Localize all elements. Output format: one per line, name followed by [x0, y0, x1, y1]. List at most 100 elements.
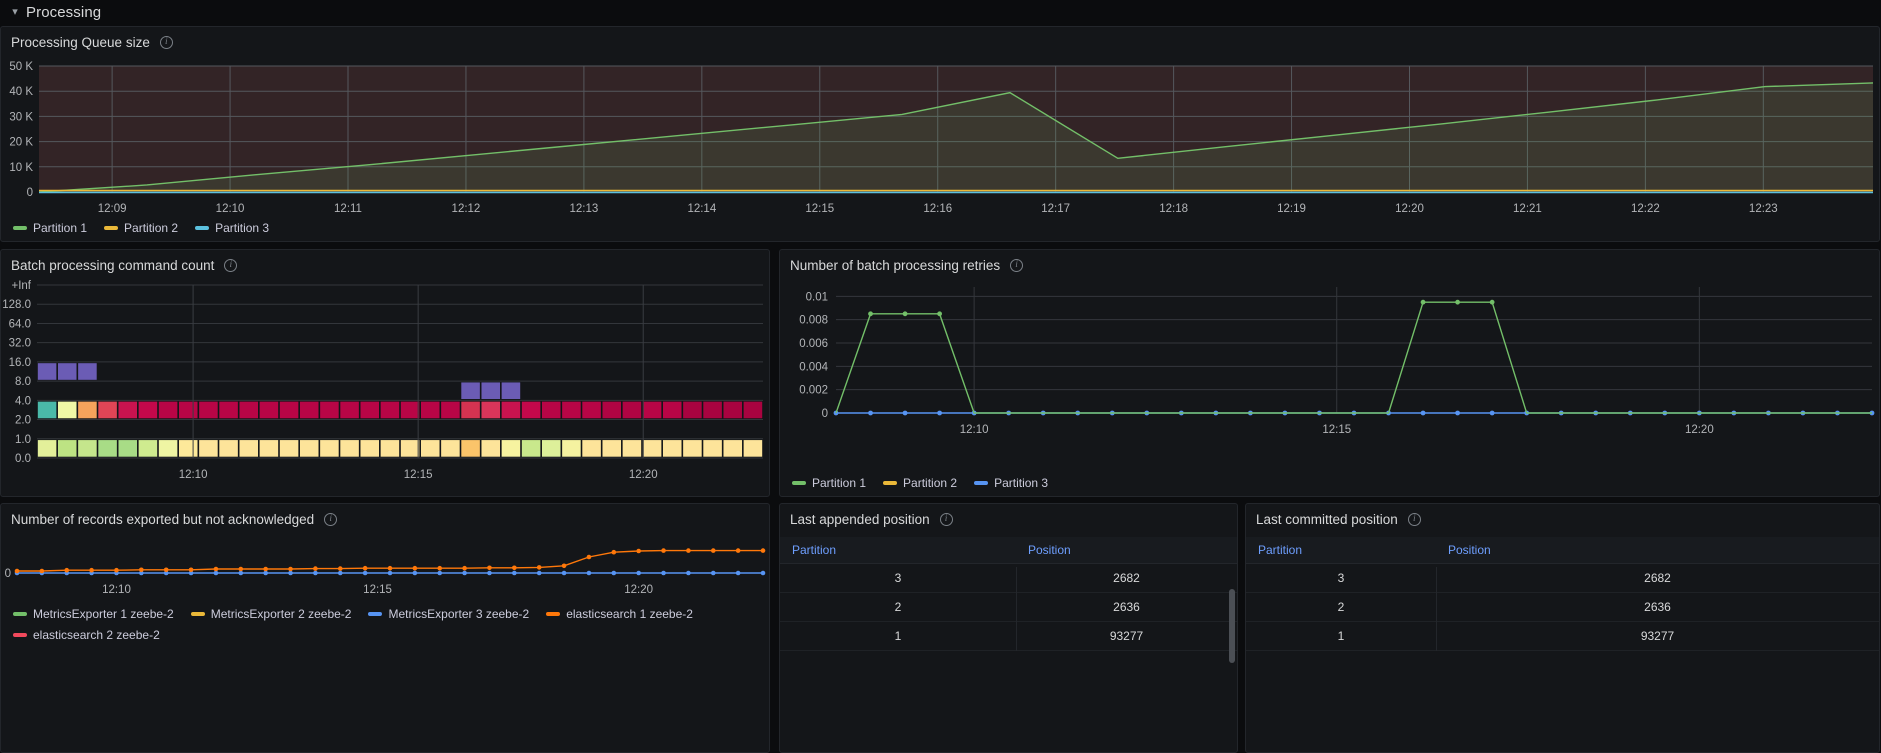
cell-partition: 2 — [1246, 592, 1436, 622]
table-row[interactable]: 2 2636 — [1246, 592, 1879, 622]
panel-title-exported: Number of records exported but not ackno… — [1, 504, 769, 527]
x-axis-tick: 12:15 — [404, 469, 433, 481]
table-scrollbar[interactable] — [1229, 589, 1235, 663]
data-point — [661, 548, 666, 553]
y-axis-tick: 0.008 — [799, 315, 828, 327]
y-axis-tick: 32.0 — [9, 338, 31, 350]
data-point — [213, 570, 219, 576]
y-axis-tick: 0 — [5, 568, 11, 580]
heatmap-cell — [218, 401, 239, 419]
table-header-partition[interactable]: Partition — [1246, 537, 1436, 564]
y-axis-tick: 0.002 — [799, 385, 828, 397]
table-last-committed-position[interactable]: Partition Position 3 2682 2 2636 1 93277 — [1246, 537, 1879, 651]
x-axis-tick: 12:20 — [1395, 203, 1424, 215]
x-axis-tick: 12:23 — [1749, 203, 1778, 215]
x-axis-tick: 12:20 — [629, 469, 658, 481]
legend-item[interactable]: MetricsExporter 3 zeebe-2 — [368, 607, 529, 621]
panel-title-text: Number of records exported but not ackno… — [11, 512, 315, 527]
heatmap-cell — [380, 401, 400, 419]
x-axis-tick: 12:21 — [1513, 203, 1542, 215]
table-header-partition[interactable]: Partition — [780, 537, 1016, 564]
data-point — [661, 570, 666, 576]
table-column-separator — [1436, 567, 1437, 651]
legend-item[interactable]: elasticsearch 2 zeebe-2 — [13, 628, 160, 642]
table-header-position[interactable]: Position — [1436, 537, 1879, 564]
heatmap-cell — [722, 401, 743, 419]
data-point — [263, 570, 268, 576]
legend-item[interactable]: Partition 2 — [883, 476, 957, 490]
legend-label: elasticsearch 2 zeebe-2 — [33, 628, 160, 642]
cell-position: 2682 — [1016, 563, 1237, 593]
legend-label: Partition 1 — [33, 221, 88, 235]
data-point — [139, 567, 144, 573]
cell-partition: 1 — [780, 621, 1016, 651]
legend-item[interactable]: Partition 3 — [974, 476, 1048, 490]
x-axis-tick: 12:12 — [452, 203, 481, 215]
heatmap-cell — [501, 401, 521, 419]
table-row[interactable]: 3 2682 — [780, 563, 1237, 593]
legend-retries: Partition 1 Partition 2 Partition 3 — [780, 476, 1058, 490]
y-axis-tick: 0.01 — [806, 291, 828, 303]
heatmap-cell — [722, 439, 743, 458]
y-axis-tick: 10 K — [9, 162, 33, 174]
x-axis-tick: 12:10 — [102, 584, 131, 596]
legend-item[interactable]: elasticsearch 1 zeebe-2 — [546, 607, 693, 621]
legend-item[interactable]: MetricsExporter 1 zeebe-2 — [13, 607, 174, 621]
heatmap-cell — [702, 401, 723, 419]
data-point — [868, 410, 873, 416]
table-row[interactable]: 1 93277 — [1246, 621, 1879, 651]
y-axis-tick: 20 K — [9, 137, 33, 149]
panel-processing-queue-size: Processing Queue size i 50 K 40 K 30 K 20 K… — [0, 26, 1880, 242]
legend-color-swatch — [13, 612, 27, 616]
legend-color-swatch — [190, 612, 205, 616]
section-header-processing[interactable]: ▾ Processing — [0, 0, 1881, 25]
data-point — [536, 565, 542, 570]
legend-color-swatch — [546, 612, 561, 616]
table-row[interactable]: 3 2682 — [1246, 563, 1879, 593]
heatmap-cell — [238, 439, 259, 458]
dashboard-root: ▾ Processing Processing Queue size i 50 … — [0, 0, 1881, 753]
legend-item[interactable]: Partition 1 — [792, 476, 866, 490]
data-point — [188, 567, 194, 573]
data-point — [412, 570, 418, 576]
table-header-position[interactable]: Position — [1016, 537, 1237, 564]
table-column-separator — [1016, 567, 1017, 651]
legend-item[interactable]: Partition 1 — [13, 221, 87, 235]
data-point — [710, 548, 716, 553]
legend-item[interactable]: Partition 2 — [104, 221, 178, 235]
panel-title-text: Batch processing command count — [11, 258, 215, 273]
table-row[interactable]: 1 93277 — [780, 621, 1237, 651]
heatmap-cell — [97, 439, 118, 458]
panel-title-appended: Last appended position i — [780, 504, 1237, 527]
info-icon[interactable]: i — [1010, 259, 1024, 272]
data-point — [362, 570, 368, 576]
info-icon[interactable]: i — [939, 513, 953, 526]
data-point — [89, 567, 94, 573]
heatmap-cell — [37, 362, 57, 381]
legend-item[interactable]: MetricsExporter 2 zeebe-2 — [190, 607, 351, 621]
heatmap-cell — [158, 439, 178, 458]
y-axis-tick: 0 — [822, 408, 828, 420]
data-point — [561, 570, 567, 576]
legend-label: elasticsearch 1 zeebe-2 — [566, 607, 693, 621]
info-icon[interactable]: i — [1407, 513, 1421, 526]
data-point — [437, 570, 443, 576]
legend-item[interactable]: Partition 3 — [195, 221, 269, 235]
heatmap-cell — [138, 401, 158, 419]
data-point — [1489, 299, 1495, 305]
info-icon[interactable]: i — [324, 513, 338, 526]
table-last-appended-position[interactable]: Partition Position 3 2682 2 2636 1 93277 — [780, 537, 1237, 651]
heatmap-cell — [359, 439, 380, 458]
heatmap-cell — [299, 401, 320, 419]
data-point — [462, 570, 467, 576]
heatmap-cell — [501, 439, 521, 458]
table-row[interactable]: 2 2636 — [780, 592, 1237, 622]
heatmap-cell — [400, 439, 420, 458]
chevron-down-icon[interactable]: ▾ — [8, 6, 22, 20]
y-axis-tick: 1.0 — [15, 434, 31, 446]
data-point — [686, 570, 691, 576]
y-axis-tick: 0 — [27, 187, 33, 199]
info-icon[interactable]: i — [159, 36, 173, 49]
y-axis-tick: 4.0 — [15, 395, 31, 407]
info-icon[interactable]: i — [224, 259, 238, 272]
